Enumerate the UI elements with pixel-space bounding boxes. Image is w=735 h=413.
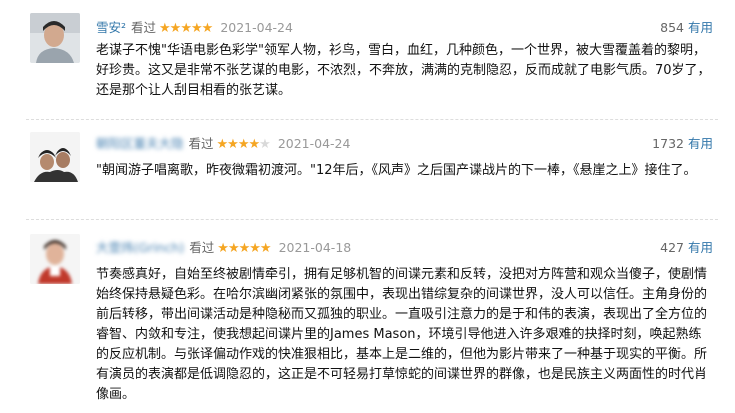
- username-link[interactable]: 大壹炜(Grinch): [96, 238, 184, 258]
- useful-votes: 427 有用: [660, 238, 713, 258]
- review-date: 2021-04-24: [220, 20, 293, 35]
- review-text: 节奏感真好，自始至终被剧情牵引，拥有足够机智的间谍元素和反转，没把对方阵营和观众…: [96, 267, 708, 402]
- watched-label: 看过: [131, 20, 157, 35]
- username-link[interactable]: 朝阳区董夫大隐: [96, 134, 184, 154]
- review-item: 朝阳区董夫大隐 看过 ★★★★★ 2021-04-24 1732 有用 "朝闻游子唱离歌…: [0, 120, 735, 220]
- avatar[interactable]: [30, 132, 80, 182]
- useful-votes: 854 有用: [660, 18, 713, 38]
- useful-count: 854: [660, 20, 684, 35]
- watched-label: 看过: [188, 136, 214, 151]
- useful-button[interactable]: 有用: [688, 136, 713, 151]
- username-link[interactable]: 雪安²: [96, 18, 126, 38]
- review-header: 大壹炜(Grinch) 看过 ★★★★★ 2021-04-18 427 有用: [96, 238, 713, 258]
- watched-label: 看过: [189, 240, 215, 255]
- review-header: 雪安² 看过 ★★★★★ 2021-04-24 854 有用: [96, 18, 713, 38]
- review-date: 2021-04-24: [277, 136, 351, 151]
- useful-button[interactable]: 有用: [688, 240, 713, 255]
- review-text: "朝闻游子唱离歌，昨夜微霜初渡河。"12年后，《风声》之后国产谍战片的下一棒，《…: [96, 163, 697, 178]
- rating-stars: ★★★★★: [159, 21, 213, 36]
- useful-count: 427: [660, 240, 684, 255]
- rating-stars: ★★★★★: [216, 137, 271, 152]
- useful-votes: 1732 有用: [652, 134, 713, 154]
- useful-button[interactable]: 有用: [688, 20, 713, 35]
- avatar[interactable]: [30, 13, 80, 63]
- review-item: 雪安² 看过 ★★★★★ 2021-04-24 854 有用 老谋子不愧"华语电影色彩学…: [0, 0, 735, 120]
- avatar[interactable]: [30, 234, 80, 284]
- useful-count: 1732: [652, 136, 684, 151]
- review-text: 老谋子不愧"华语电影色彩学"领军人物，衫鸟，雪白，血红，几种颜色，一个世界，被大…: [96, 43, 711, 98]
- review-date: 2021-04-18: [278, 240, 352, 255]
- review-header: 朝阳区董夫大隐 看过 ★★★★★ 2021-04-24 1732 有用: [96, 134, 713, 154]
- review-item: 大壹炜(Grinch) 看过 ★★★★★ 2021-04-18 427 有用 节奏感真好…: [0, 220, 735, 413]
- rating-stars: ★★★★★: [217, 241, 271, 256]
